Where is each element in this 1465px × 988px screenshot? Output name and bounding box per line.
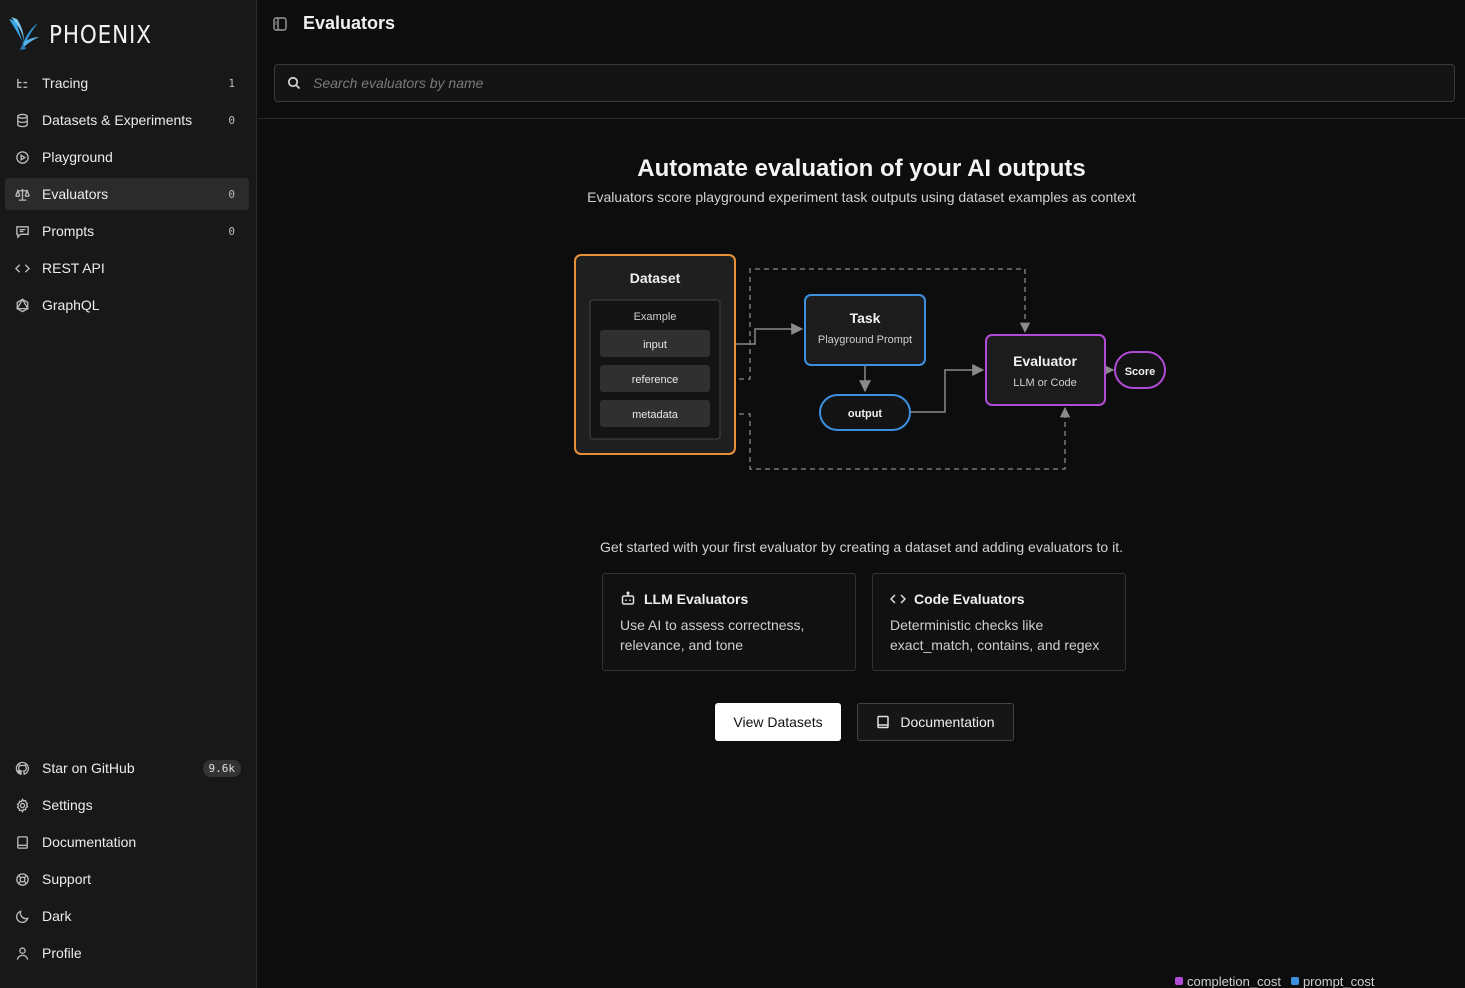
task-title: Task [850,310,881,326]
sidebar-item-label: Datasets & Experiments [42,112,193,128]
card-title: LLM Evaluators [644,591,749,607]
dataset-title: Dataset [630,270,681,286]
code-evaluators-card[interactable]: Code Evaluators Deterministic checks lik… [872,573,1126,671]
score-node: Score [1114,351,1166,389]
github-stars-badge: 9.6k [202,759,241,777]
github-icon [14,760,30,776]
page-header: Evaluators [258,0,1465,48]
sidebar-item-playground[interactable]: Playground [5,141,249,173]
sidebar-toggle-icon[interactable] [272,16,288,32]
sidebar-item-label: GraphQL [42,297,100,313]
app-name: PHOENIX [49,19,152,49]
code-icon [890,594,906,604]
search-bar [258,48,1465,119]
sidebar-item-label: Documentation [42,834,137,850]
sidebar-item-documentation[interactable]: Documentation [5,826,249,858]
field-metadata: metadata [632,409,679,421]
sidebar-item-count: 0 [228,187,235,201]
legend-swatch [1175,977,1183,985]
card-description: Use AI to assess correctness, relevance,… [620,617,805,653]
sidebar-item-label: Star on GitHub [42,760,135,776]
moon-icon [14,908,30,924]
sidebar-item-label: Playground [42,149,113,165]
documentation-button[interactable]: Documentation [857,703,1014,741]
score-label: Score [1125,366,1156,378]
sidebar-item-label: Support [42,871,92,887]
lifebuoy-icon [14,871,30,887]
sidebar: PHOENIX Tracing 1 Datasets & Experiments… [0,0,257,988]
llm-evaluators-card[interactable]: LLM Evaluators Use AI to assess correctn… [602,573,856,671]
sidebar-item-datasets[interactable]: Datasets & Experiments 0 [5,104,249,136]
brand[interactable]: PHOENIX [6,14,169,54]
card-description: Deterministic checks like exact_match, c… [890,617,1100,653]
database-icon [14,112,30,128]
sidebar-item-evaluators[interactable]: Evaluators 0 [5,178,249,210]
sidebar-item-label: Dark [42,908,72,924]
sidebar-item-label: REST API [42,260,105,276]
sidebar-item-prompts[interactable]: Prompts 0 [5,215,249,247]
sidebar-nav: Tracing 1 Datasets & Experiments 0 Playg… [5,67,249,321]
sidebar-item-rest-api[interactable]: REST API [5,252,249,284]
book-icon [877,715,890,729]
field-reference: reference [632,374,678,386]
evaluator-subtitle: LLM or Code [1013,377,1077,389]
field-input: input [643,339,667,351]
sidebar-item-tracing[interactable]: Tracing 1 [5,67,249,99]
evaluator-title: Evaluator [1013,353,1077,369]
search-icon [287,76,301,90]
documentation-button-label: Documentation [900,714,995,730]
output-to-evaluator-connector [910,364,985,413]
evaluator-node: Evaluator LLM or Code [985,334,1106,406]
task-node: Task Playground Prompt [804,294,926,366]
sidebar-item-label: Settings [42,797,93,813]
sidebar-item-support[interactable]: Support [5,863,249,895]
sidebar-item-label: Prompts [42,223,95,239]
book-icon [14,834,30,850]
legend-label: prompt_cost [1302,974,1375,988]
dataset-node: Dataset Example input reference metadata [574,254,736,455]
view-datasets-button[interactable]: View Datasets [715,703,841,741]
evaluation-flow-diagram: Dataset Example input reference metadata… [574,254,1166,470]
page-title: Evaluators [303,13,396,33]
output-node: output [819,394,911,431]
sidebar-item-settings[interactable]: Settings [5,789,249,821]
chart-legend: completion_cost prompt_cost [1175,974,1385,988]
sidebar-item-github[interactable]: Star on GitHub 9.6k [5,752,249,784]
search-box[interactable] [274,64,1455,102]
search-input[interactable] [313,75,1454,91]
chat-icon [14,223,30,239]
code-icon [14,260,30,276]
sidebar-item-graphql[interactable]: GraphQL [5,289,249,321]
legend-label: completion_cost [1187,974,1281,988]
robot-icon [621,591,635,605]
graphql-icon [14,297,30,313]
get-started-text: Get started with your first evaluator by… [600,539,1123,555]
sidebar-item-label: Tracing [42,75,89,91]
sidebar-item-count: 0 [228,113,235,127]
main-content: Automate evaluation of your AI outputs E… [258,119,1465,988]
task-subtitle: Playground Prompt [818,334,912,346]
sidebar-item-count: 0 [228,224,235,238]
sidebar-item-profile[interactable]: Profile [5,937,249,969]
tracing-icon [14,75,30,91]
output-label: output [848,408,883,420]
playground-icon [14,149,30,165]
card-title: Code Evaluators [914,591,1025,607]
user-icon [14,945,30,961]
example-title: Example [634,311,677,323]
sidebar-bottom-nav: Star on GitHub 9.6k Settings Documentati… [5,752,249,969]
scale-icon [14,186,30,202]
sidebar-item-theme[interactable]: Dark [5,900,249,932]
sidebar-item-label: Profile [42,945,82,961]
phoenix-logo-icon [6,13,40,56]
sidebar-item-count: 1 [228,76,235,90]
gear-icon [14,797,30,813]
sidebar-item-label: Evaluators [42,186,109,202]
legend-swatch [1290,977,1299,985]
